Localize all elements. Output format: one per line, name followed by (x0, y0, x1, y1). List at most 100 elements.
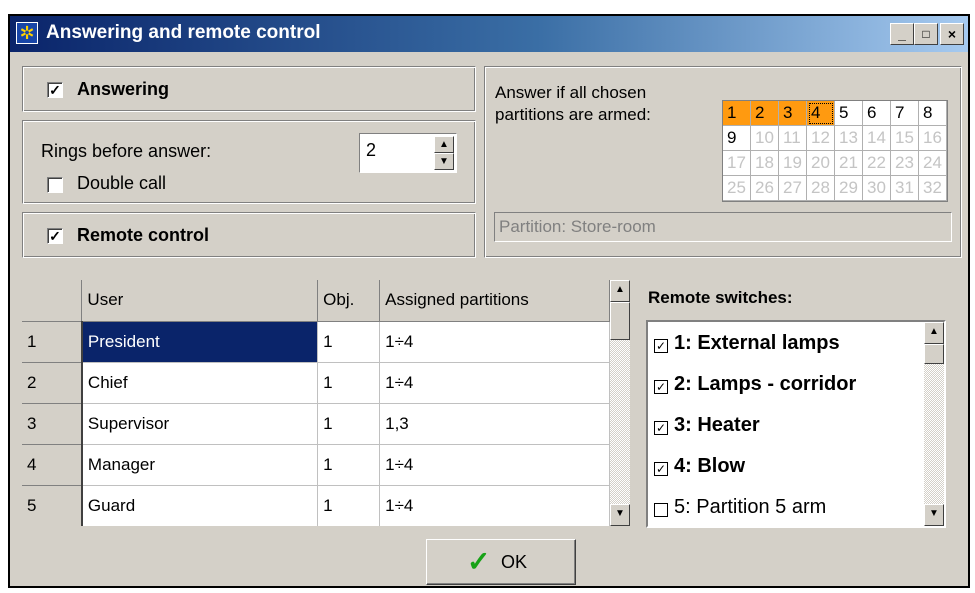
partitions-cell[interactable]: 1÷4 (379, 362, 610, 404)
user-cell[interactable]: Guard (81, 485, 319, 526)
partition-cell[interactable]: 13 (835, 126, 863, 151)
row-index: 4 (22, 444, 83, 486)
scroll-down-icon[interactable]: ▼ (610, 504, 630, 526)
header-assigned-partitions[interactable]: Assigned partitions (379, 280, 610, 322)
partition-cell[interactable]: 9 (723, 126, 751, 151)
table-row[interactable]: 1 President 1 1÷4 (22, 321, 610, 363)
list-item-label: 5: Partition 5 arm (674, 495, 827, 518)
table-row[interactable]: 5 Guard 1 1÷4 (22, 485, 610, 526)
user-cell[interactable]: President (81, 321, 319, 363)
user-cell[interactable]: Manager (81, 444, 319, 486)
table-row[interactable]: 2 Chief 1 1÷4 (22, 362, 610, 404)
partition-cell[interactable]: 2 (751, 101, 779, 126)
checkbox-checked-icon[interactable]: ✓ (654, 462, 668, 476)
partitions-cell[interactable]: 1÷4 (379, 321, 610, 363)
scroll-down-icon[interactable]: ▼ (924, 504, 944, 526)
partition-cell[interactable]: 28 (807, 176, 835, 201)
list-item-label: 2: Lamps - corridor (674, 372, 857, 395)
user-cell[interactable]: Chief (81, 362, 319, 404)
double-call-checkbox[interactable] (47, 177, 63, 193)
remote-switches-scrollbar[interactable]: ▲ ▼ (924, 322, 944, 526)
header-obj[interactable]: Obj. (317, 280, 381, 322)
partition-cell[interactable]: 4 (807, 101, 835, 126)
scroll-up-icon[interactable]: ▲ (924, 322, 944, 344)
partitions-label-line1: Answer if all chosen (495, 83, 647, 102)
title-bar[interactable]: ✲ Answering and remote control _ □ × (10, 16, 968, 52)
partition-cell[interactable]: 10 (751, 126, 779, 151)
partitions-cell[interactable]: 1÷4 (379, 485, 610, 526)
partition-cell[interactable]: 29 (835, 176, 863, 201)
partition-cell[interactable]: 11 (779, 126, 807, 151)
header-user[interactable]: User (81, 280, 319, 322)
users-table-scrollbar[interactable]: ▲ ▼ (610, 280, 630, 526)
minimize-button[interactable]: _ (890, 23, 914, 45)
partition-cell[interactable]: 7 (891, 101, 919, 126)
list-item[interactable]: ✓ 3: Heater (654, 406, 760, 444)
partition-cell[interactable]: 19 (779, 151, 807, 176)
partition-cell[interactable]: 18 (751, 151, 779, 176)
partition-cell[interactable]: 23 (891, 151, 919, 176)
partition-cell[interactable]: 15 (891, 126, 919, 151)
partition-cell[interactable]: 26 (751, 176, 779, 201)
obj-cell[interactable]: 1 (317, 362, 381, 404)
rings-spinner[interactable]: 2 ▲ ▼ (359, 133, 457, 173)
answering-label: Answering (77, 79, 170, 99)
remote-control-checkbox[interactable]: ✓ (47, 228, 63, 244)
partition-cell[interactable]: 14 (863, 126, 891, 151)
partition-cell[interactable]: 21 (835, 151, 863, 176)
maximize-button[interactable]: □ (914, 23, 938, 45)
partitions-cell[interactable]: 1÷4 (379, 444, 610, 486)
scroll-up-icon[interactable]: ▲ (610, 280, 630, 302)
list-item-label: 3: Heater (674, 413, 760, 436)
checkbox-empty-icon[interactable] (654, 503, 668, 517)
user-cell[interactable]: Supervisor (81, 403, 319, 445)
close-button[interactable]: × (940, 23, 964, 45)
users-table[interactable]: User Obj. Assigned partitions 1 President… (22, 280, 610, 526)
answering-checkbox[interactable]: ✓ (47, 82, 63, 98)
list-item[interactable]: ✓ 4: Blow (654, 447, 745, 485)
partition-cell[interactable]: 24 (919, 151, 947, 176)
table-row[interactable]: 3 Supervisor 1 1,3 (22, 403, 610, 445)
list-item[interactable]: ✓ 1: External lamps (654, 324, 840, 362)
spin-down-icon[interactable]: ▼ (434, 153, 454, 170)
spin-up-icon[interactable]: ▲ (434, 136, 454, 153)
obj-cell[interactable]: 1 (317, 444, 381, 486)
partition-cell[interactable]: 3 (779, 101, 807, 126)
partition-cell[interactable]: 12 (807, 126, 835, 151)
obj-cell[interactable]: 1 (317, 403, 381, 445)
obj-cell[interactable]: 1 (317, 485, 381, 526)
checkbox-checked-icon[interactable]: ✓ (654, 421, 668, 435)
partition-cell[interactable]: 16 (919, 126, 947, 151)
partition-cell[interactable]: 27 (779, 176, 807, 201)
partition-cell[interactable]: 25 (723, 176, 751, 201)
scroll-thumb[interactable] (924, 344, 944, 364)
partition-cell[interactable]: 31 (891, 176, 919, 201)
partition-cell[interactable]: 1 (723, 101, 751, 126)
partitions-cell[interactable]: 1,3 (379, 403, 610, 445)
scroll-thumb[interactable] (610, 302, 630, 340)
partition-info-field: Partition: Store-room (494, 212, 952, 242)
partition-cell[interactable]: 22 (863, 151, 891, 176)
partition-cell[interactable]: 30 (863, 176, 891, 201)
list-item-label: 4: Blow (674, 454, 746, 477)
row-index: 5 (22, 485, 83, 526)
partitions-label-line2: partitions are armed: (495, 105, 651, 124)
checkbox-checked-icon[interactable]: ✓ (654, 380, 668, 394)
table-row[interactable]: 4 Manager 1 1÷4 (22, 444, 610, 486)
rings-group: Rings before answer: 2 ▲ ▼ Double call (22, 120, 476, 204)
partition-cell[interactable]: 5 (835, 101, 863, 126)
obj-cell[interactable]: 1 (317, 321, 381, 363)
partition-cell[interactable]: 20 (807, 151, 835, 176)
list-item[interactable]: ✓ 2: Lamps - corridor (654, 365, 856, 403)
ok-button[interactable]: ✓ OK (426, 539, 576, 585)
partition-cell[interactable]: 6 (863, 101, 891, 126)
list-item[interactable]: 5: Partition 5 arm (654, 488, 826, 526)
window-title: Answering and remote control (46, 22, 321, 43)
partition-cell[interactable]: 8 (919, 101, 947, 126)
partition-cell[interactable]: 17 (723, 151, 751, 176)
row-index: 2 (22, 362, 83, 404)
remote-switches-list[interactable]: ✓ 1: External lamps ✓ 2: Lamps - corridor ✓ 3… (646, 320, 946, 528)
partition-grid[interactable]: 1 2 3 4 5 6 7 8 9 10 11 12 13 14 15 16 17 18 19 20 21 22 23 24 2… (722, 100, 948, 202)
checkbox-checked-icon[interactable]: ✓ (654, 339, 668, 353)
partition-cell[interactable]: 32 (919, 176, 947, 201)
